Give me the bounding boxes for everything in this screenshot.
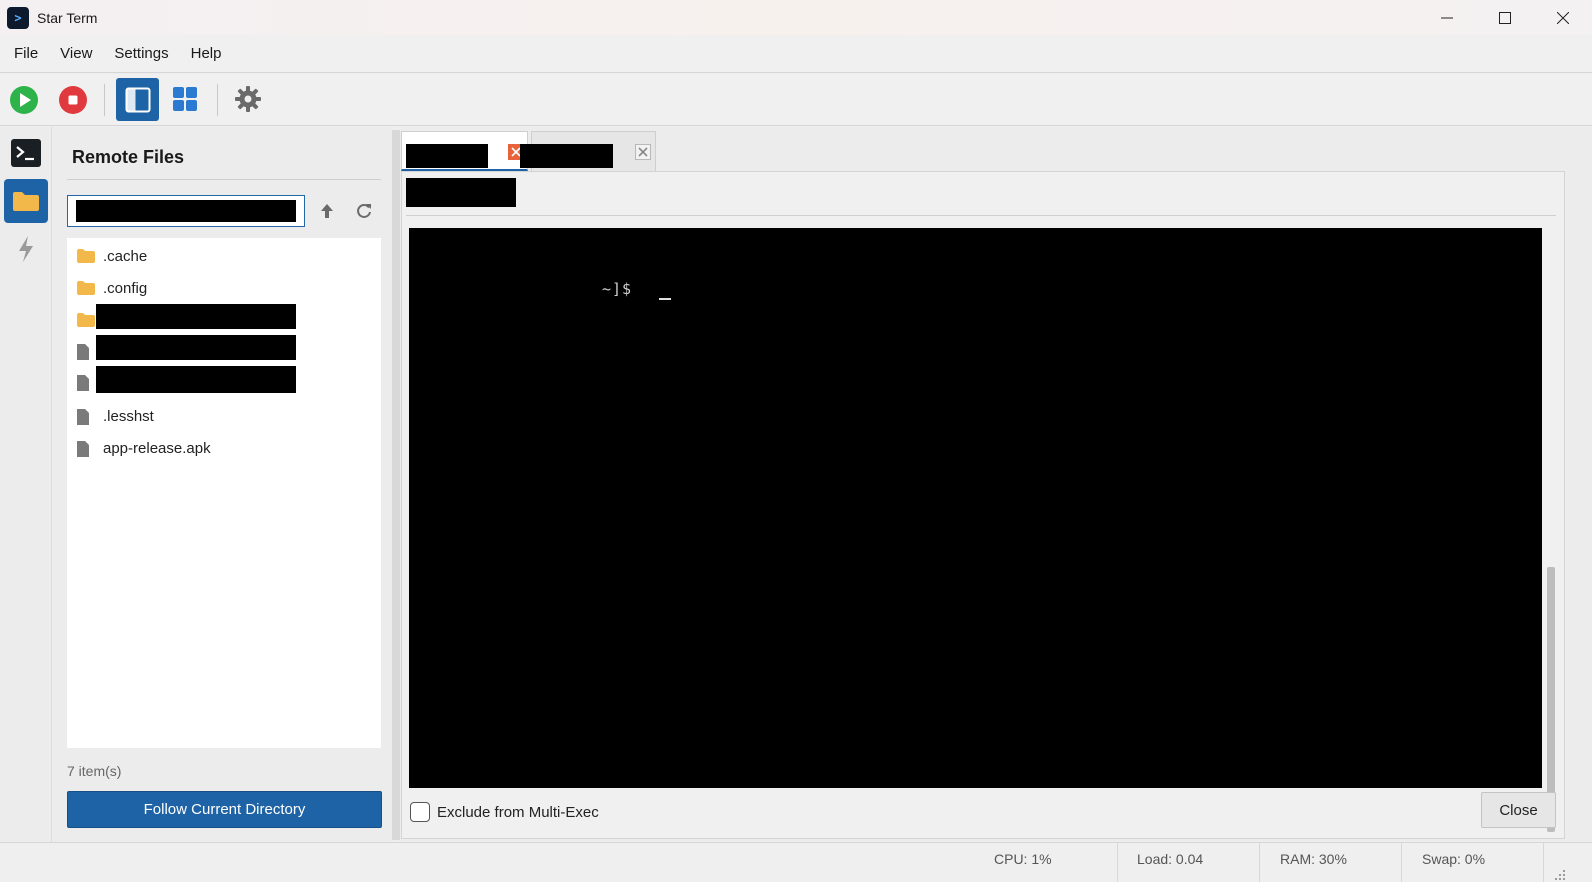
grid-layout-icon: [173, 87, 197, 111]
activity-rail: [0, 127, 52, 842]
sidebar-toggle-icon: [125, 87, 150, 112]
minimize-icon: [1441, 17, 1453, 18]
file-row-file[interactable]: .lesshst: [67, 400, 381, 432]
menu-file[interactable]: File: [6, 45, 46, 62]
terminal-icon: [11, 139, 41, 167]
arrow-up-icon: [321, 204, 333, 218]
swap-status: Swap: 0%: [1422, 851, 1486, 867]
path-field[interactable]: [67, 195, 305, 227]
file-list[interactable]: .cache .config .lesshst app-release.apk: [67, 238, 381, 748]
terminal-screen[interactable]: ~]$: [409, 228, 1542, 788]
shell-prompt: ~]$: [602, 280, 633, 298]
menu-view[interactable]: View: [52, 45, 100, 62]
panel-title: Remote Files: [72, 147, 185, 167]
toggle-sidebar-button[interactable]: [116, 78, 159, 121]
redacted-file-name: [96, 304, 296, 329]
file-row-file[interactable]: [67, 366, 381, 398]
session-tabs: [400, 131, 1592, 171]
file-name: .config: [103, 279, 148, 297]
resize-grip-icon[interactable]: [1554, 869, 1566, 881]
redacted-tab-title: [406, 144, 488, 168]
status-bar: CPU: 1% Load: 0.04 RAM: 30% Swap: 0%: [0, 842, 1592, 882]
status-separator: [1117, 843, 1118, 882]
file-row-file[interactable]: [67, 335, 381, 367]
window-title: Star Term: [37, 9, 98, 26]
rail-files-button[interactable]: [4, 179, 48, 223]
file-name: app-release.apk: [103, 439, 211, 457]
follow-current-directory-button[interactable]: Follow Current Directory: [67, 791, 382, 828]
lightning-icon: [19, 236, 33, 262]
menu-settings[interactable]: Settings: [106, 45, 176, 62]
toolbar-separator: [217, 84, 218, 116]
divider: [406, 215, 1556, 216]
status-separator: [1543, 843, 1544, 882]
terminal-frame: ~]$ Exclude from Multi-Exec Close: [401, 171, 1565, 839]
status-separator: [1259, 843, 1260, 882]
exclude-multi-exec-label: Exclude from Multi-Exec: [437, 803, 599, 821]
folder-icon: [77, 249, 95, 263]
rail-snippets-button[interactable]: [4, 227, 48, 271]
folder-icon: [77, 313, 95, 327]
redacted-file-name: [96, 366, 296, 393]
cpu-status: CPU: 1%: [994, 851, 1052, 867]
file-row-file[interactable]: app-release.apk: [67, 432, 381, 464]
stop-icon: [59, 86, 87, 114]
grid-layout-button[interactable]: [170, 84, 200, 114]
exclude-multi-exec-checkbox[interactable]: [410, 802, 430, 822]
path-input[interactable]: [76, 200, 296, 222]
remote-files-panel: Remote Files .cache .config .lesshst app…: [53, 127, 392, 842]
toolbar: [0, 74, 1592, 126]
start-button[interactable]: [9, 85, 39, 115]
terminal-area: ~]$ Exclude from Multi-Exec Close: [400, 127, 1592, 842]
file-icon: [77, 409, 89, 425]
menu-bar: File View Settings Help: [0, 35, 1592, 73]
play-icon: [10, 86, 38, 114]
close-icon: [638, 147, 648, 157]
redacted-file-name: [96, 335, 296, 360]
app-logo-icon: >: [7, 6, 29, 29]
menu-help[interactable]: Help: [183, 45, 230, 62]
items-count: 7 item(s): [67, 763, 122, 779]
exclude-multi-exec[interactable]: Exclude from Multi-Exec: [410, 802, 599, 822]
redacted-tab-title: [520, 144, 613, 168]
parent-directory-button[interactable]: [317, 201, 337, 221]
tab-close-button[interactable]: [635, 144, 651, 160]
panel-splitter[interactable]: [392, 130, 400, 840]
terminal-cursor: [659, 298, 671, 300]
folder-icon: [77, 281, 95, 295]
status-separator: [1401, 843, 1402, 882]
file-row-folder[interactable]: [67, 304, 381, 336]
divider: [67, 179, 381, 180]
stop-button[interactable]: [58, 85, 88, 115]
refresh-icon: [357, 203, 371, 218]
folder-icon: [13, 192, 39, 211]
file-icon: [77, 375, 89, 391]
toolbar-separator: [104, 84, 105, 116]
load-status: Load: 0.04: [1137, 851, 1204, 867]
close-session-button[interactable]: Close: [1481, 792, 1556, 828]
file-name: .cache: [103, 247, 148, 265]
window-controls: [1418, 0, 1592, 35]
ram-status: RAM: 30%: [1280, 851, 1347, 867]
close-icon: [1557, 11, 1569, 24]
refresh-button[interactable]: [354, 201, 374, 221]
maximize-button[interactable]: [1476, 0, 1534, 35]
close-window-button[interactable]: [1534, 0, 1592, 35]
file-icon: [77, 344, 89, 360]
redacted-session-label: [406, 178, 516, 207]
file-row-folder[interactable]: .cache: [67, 240, 381, 272]
settings-button[interactable]: [233, 84, 263, 114]
minimize-button[interactable]: [1418, 0, 1476, 35]
session-tab-active[interactable]: [401, 131, 528, 171]
session-tab[interactable]: [520, 131, 656, 171]
gear-icon: [235, 86, 261, 112]
maximize-icon: [1499, 11, 1511, 24]
file-icon: [77, 441, 89, 457]
file-row-folder[interactable]: .config: [67, 272, 381, 304]
title-bar: > Star Term: [0, 0, 1592, 35]
rail-terminal-button[interactable]: [4, 131, 48, 175]
file-name: .lesshst: [103, 407, 154, 425]
